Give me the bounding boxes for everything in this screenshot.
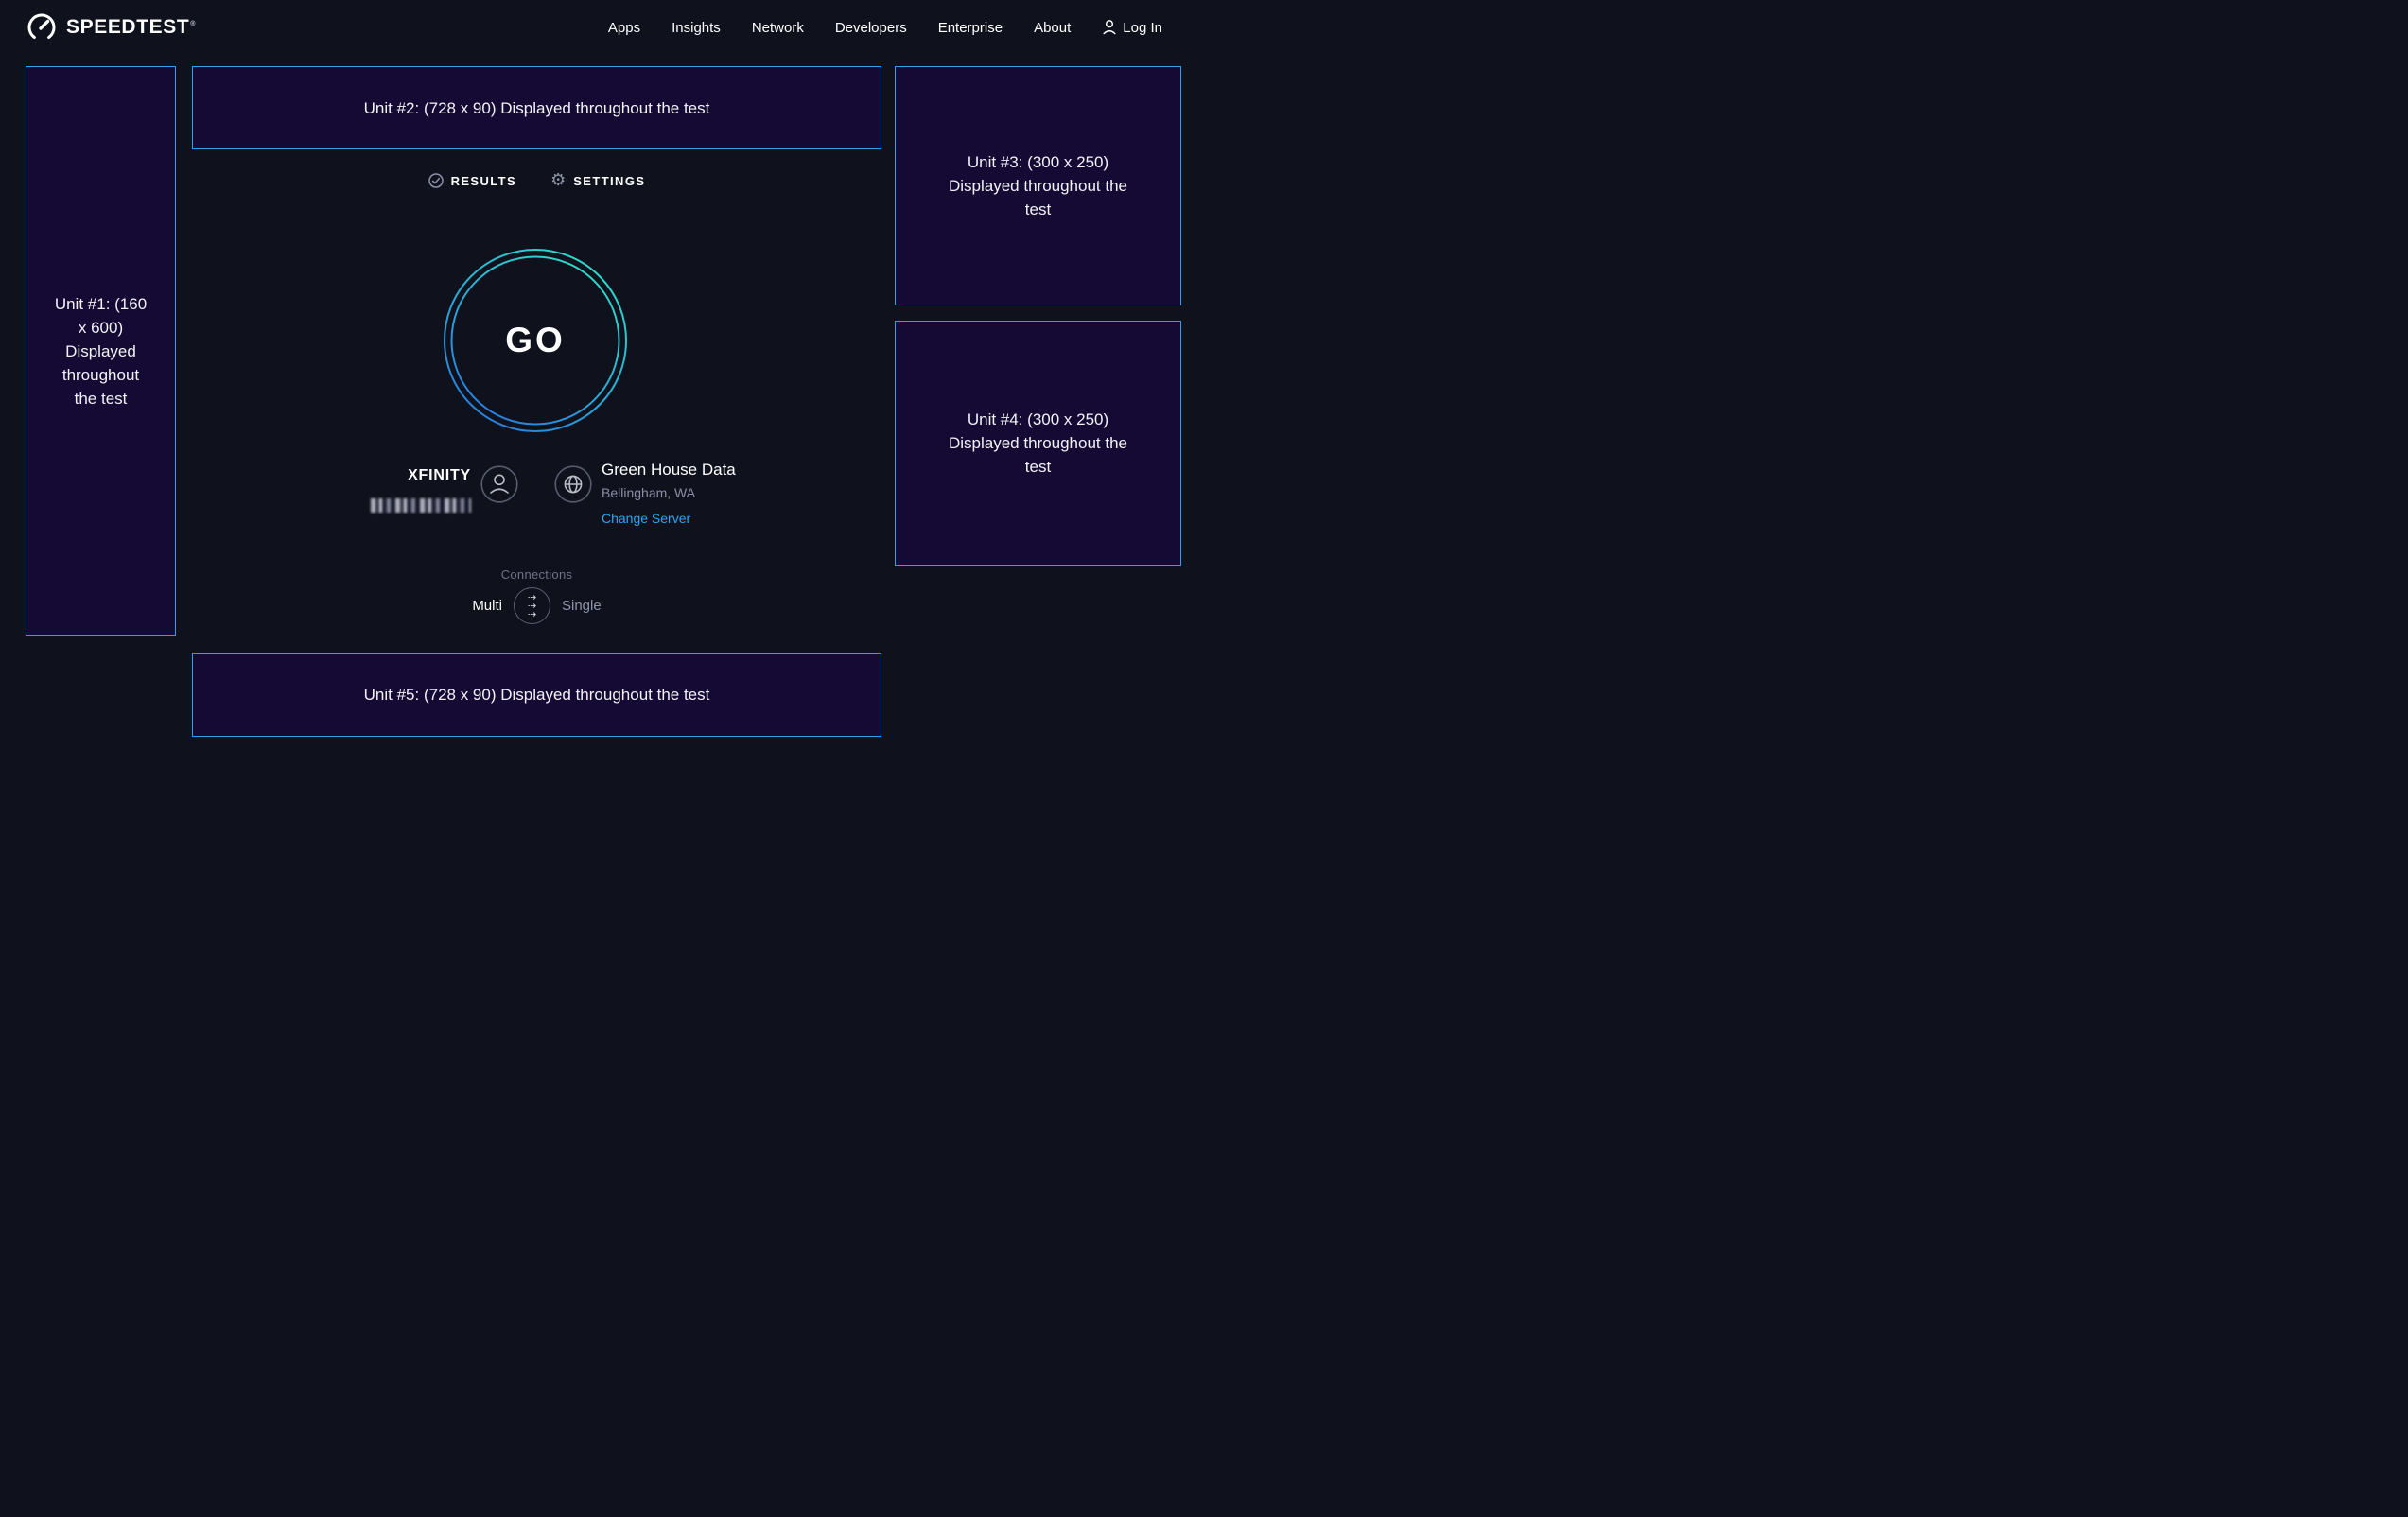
tab-results[interactable]: RESULTS [428,173,517,188]
check-circle-icon [428,173,444,188]
connections-heading: Connections [192,567,881,582]
nav-item-enterprise[interactable]: Enterprise [938,20,1003,36]
ad-unit-2-leaderboard: Unit #2: (728 x 90) Displayed throughout… [192,66,881,149]
go-button[interactable]: GO [443,248,628,433]
top-nav-bar: SPEEDTEST® Apps Insights Network Develop… [0,0,1204,55]
user-icon [1102,19,1117,36]
nav-item-apps[interactable]: Apps [608,20,640,36]
server-name: Green House Data [602,461,736,480]
ad-unit-2-text: Unit #2: (728 x 90) Displayed throughout… [364,96,710,120]
view-tabs: RESULTS ⚙ SETTINGS [192,172,881,189]
server-globe-icon[interactable] [554,465,592,503]
change-server-link[interactable]: Change Server [602,511,736,527]
results-tab-label: RESULTS [451,174,517,188]
trademark-mark: ® [190,21,196,27]
login-label: Log In [1123,20,1162,36]
ad-unit-4-rectangle: Unit #4: (300 x 250) Displayed throughou… [895,321,1181,566]
isp-user-icon[interactable] [480,465,518,503]
login-button[interactable]: Log In [1102,19,1162,36]
nav-item-about[interactable]: About [1034,20,1071,36]
dashed-arrow-icon: ⇢ [528,610,536,619]
speedometer-gauge-icon [26,11,58,44]
server-info: Green House Data Bellingham, WA Change S… [602,461,736,527]
ad-unit-1-text: Unit #1: (160 x 600) Displayed throughou… [54,292,148,410]
gear-icon: ⚙ [550,172,566,189]
go-button-label: GO [443,248,628,433]
speedtest-logo[interactable]: SPEEDTEST® [26,11,195,44]
ad-unit-4-text: Unit #4: (300 x 250) Displayed throughou… [946,408,1131,479]
person-circle-icon [480,465,518,503]
isp-name: XFINITY [322,467,471,484]
connections-mode-single[interactable]: Single [562,598,602,614]
connections-toggle-row: Multi ⇢ ⇢ ⇢ Single [192,587,881,624]
ad-unit-3-text: Unit #3: (300 x 250) Displayed throughou… [946,150,1131,221]
ad-unit-5-leaderboard: Unit #5: (728 x 90) Displayed throughout… [192,653,881,737]
connections-mode-multi[interactable]: Multi [472,598,502,614]
settings-tab-label: SETTINGS [573,174,645,188]
ad-unit-5-text: Unit #5: (728 x 90) Displayed throughout… [364,683,710,706]
globe-circle-icon [554,465,592,503]
tab-settings[interactable]: ⚙ SETTINGS [550,172,645,189]
isp-ip-redacted [371,498,471,513]
nav-item-network[interactable]: Network [752,20,804,36]
nav-item-insights[interactable]: Insights [672,20,721,36]
brand-name: SPEEDTEST® [66,16,195,39]
speedtest-page: SPEEDTEST® Apps Insights Network Develop… [0,0,1204,758]
nav-links: Apps Insights Network Developers Enterpr… [608,19,1162,36]
connections-toggle-button[interactable]: ⇢ ⇢ ⇢ [514,587,550,624]
ad-unit-1-skyscraper: Unit #1: (160 x 600) Displayed throughou… [26,66,176,636]
server-location: Bellingham, WA [602,485,736,501]
nav-item-developers[interactable]: Developers [835,20,907,36]
ad-unit-3-rectangle: Unit #3: (300 x 250) Displayed throughou… [895,66,1181,305]
